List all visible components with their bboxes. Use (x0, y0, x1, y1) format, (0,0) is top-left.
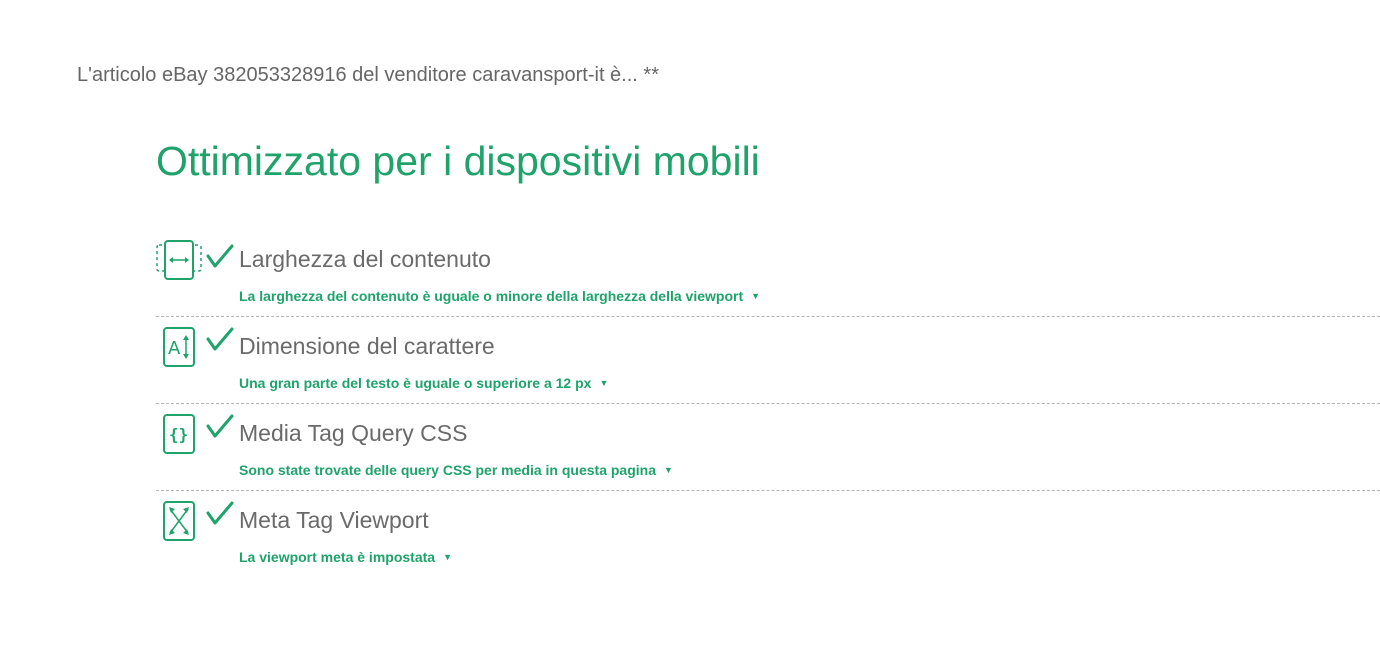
check-mark-icon (206, 501, 234, 527)
check-mark-icon (206, 414, 234, 440)
svg-text:{}: {} (169, 425, 188, 444)
check-item-description-toggle[interactable]: Sono state trovate delle query CSS per m… (239, 462, 673, 478)
caret-down-icon: ▼ (664, 465, 673, 475)
section-heading: Ottimizzato per i dispositivi mobili (156, 138, 760, 184)
check-item-media-query: {} Media Tag Query CSS Sono state trovat… (156, 403, 1380, 490)
caret-down-icon: ▼ (751, 291, 761, 301)
check-item-meta-viewport: Meta Tag Viewport La viewport meta è imp… (156, 490, 1380, 577)
check-list: Larghezza del contenuto La larghezza del… (156, 230, 1380, 577)
viewport-expand-icon (156, 501, 200, 541)
check-item-description: La larghezza del contenuto è uguale o mi… (239, 288, 744, 304)
check-item-description: Una gran parte del testo è uguale o supe… (239, 375, 592, 391)
check-item-content-width: Larghezza del contenuto La larghezza del… (156, 230, 1380, 316)
page-title: L'articolo eBay 382053328916 del vendito… (77, 64, 659, 86)
caret-down-icon: ▼ (599, 378, 609, 388)
svg-text:A: A (168, 338, 181, 359)
check-item-title: Meta Tag Viewport (239, 507, 429, 533)
check-item-description-toggle[interactable]: La viewport meta è impostata ▼ (239, 549, 452, 565)
check-item-title: Media Tag Query CSS (239, 420, 468, 446)
check-item-description: Sono state trovate delle query CSS per m… (239, 462, 656, 478)
check-item-title: Larghezza del contenuto (239, 246, 491, 272)
content-width-icon (156, 240, 202, 280)
css-braces-icon: {} (156, 414, 200, 454)
check-item-description-toggle[interactable]: La larghezza del contenuto è uguale o mi… (239, 288, 760, 304)
check-item-font-size: A Dimensione del carattere Una gran part… (156, 316, 1380, 403)
check-mark-icon (206, 327, 234, 353)
check-item-description: La viewport meta è impostata (239, 549, 436, 565)
check-mark-icon (206, 244, 234, 270)
check-item-title: Dimensione del carattere (239, 333, 495, 359)
check-item-description-toggle[interactable]: Una gran parte del testo è uguale o supe… (239, 375, 608, 391)
font-size-icon: A (156, 327, 200, 367)
caret-down-icon: ▼ (443, 552, 452, 562)
